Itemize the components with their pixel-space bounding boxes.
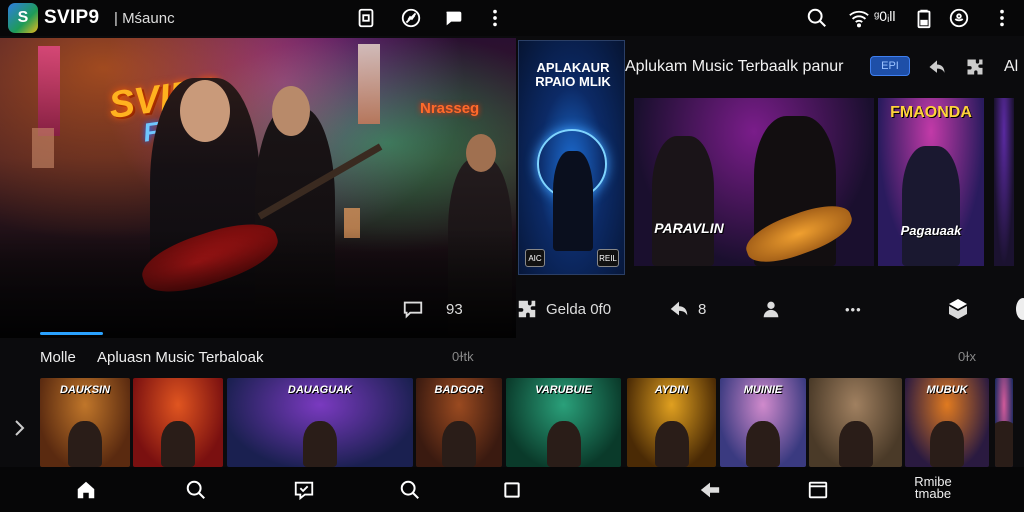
poster-badge-left: AIC [525, 249, 545, 267]
hero-neon-sign: Nrasseg [420, 100, 480, 117]
share-count: 8 [698, 300, 707, 318]
card-caption: PARAVLIN [654, 220, 724, 236]
section-title: Aplukam Music Terbaalk panur [625, 58, 844, 75]
chat-bubble-icon[interactable] [442, 6, 466, 30]
thumbnail-performer [546, 421, 581, 467]
stage-screen [358, 44, 380, 124]
thumbnail-title: MUBUK [926, 384, 968, 396]
card-caption: FMAONDA [890, 104, 972, 121]
thumbnail-card[interactable]: BADGOR [416, 378, 502, 467]
large-card[interactable]: FMAONDA Pagauaak [878, 98, 984, 266]
share-icon[interactable] [926, 56, 948, 78]
person-action[interactable] [760, 298, 782, 320]
card-subcaption: Pagauaak [900, 223, 962, 238]
performer-face [272, 86, 310, 136]
square-icon[interactable] [500, 478, 524, 502]
app-logo[interactable]: S [8, 3, 38, 33]
puzzle-action[interactable]: Gelda 0f0 [516, 298, 611, 320]
thumbnail-card[interactable]: VARUBUIE [506, 378, 621, 467]
top-bar: S SVIP9 | Mśaunc ᵍ0ᵢll [0, 0, 1024, 36]
more-horizontal-icon[interactable]: ••• [845, 298, 862, 320]
box-action[interactable] [946, 298, 970, 320]
chevron-left-icon[interactable] [10, 418, 28, 438]
sim-card-icon[interactable] [354, 6, 378, 30]
card-performer [902, 146, 960, 266]
thumbnail-title: AYDIN [654, 384, 689, 396]
poster-performer [553, 151, 593, 251]
featured-poster[interactable]: APLAKAUR RPAIO MLIK AIC REIL [518, 40, 625, 275]
thumbnail-performer [995, 421, 1013, 467]
search-icon[interactable] [805, 6, 829, 30]
comment-count: 93 [446, 300, 463, 318]
thumbnail-performer [654, 421, 689, 467]
puzzle-icon[interactable] [964, 56, 986, 78]
thumbnail-title: DAUAGUAK [287, 384, 353, 396]
section-badge[interactable]: EPI [870, 56, 910, 76]
thumbnail-title: DAUKSIN [59, 384, 111, 396]
tab-molle[interactable]: Molle [40, 349, 76, 366]
person-icon [760, 298, 782, 320]
app-logo-glyph: S [17, 9, 29, 26]
section2-count-right: 0ɫx [958, 349, 976, 364]
no-signal-icon[interactable] [399, 6, 423, 30]
thumbnail-card[interactable]: MUBUK [905, 378, 989, 467]
thumbnail-card[interactable] [133, 378, 223, 467]
tab-indicator [40, 332, 103, 335]
home-icon[interactable] [74, 478, 98, 502]
large-card[interactable]: PARAVLIN [634, 98, 874, 266]
poster-badge-right: REIL [597, 249, 619, 267]
back-icon[interactable] [698, 478, 722, 502]
section2-title: Apluasn Music Terbaloak [97, 349, 264, 366]
chat-icon[interactable] [292, 478, 316, 502]
thumbnail-performer [838, 421, 873, 467]
thumbnail-card[interactable]: DAUKSIN [40, 378, 130, 467]
hero-banner[interactable]: SVIPP FRAVI Nrasseg [0, 38, 516, 338]
tablet-icon[interactable] [806, 478, 830, 502]
stage-screen [32, 128, 54, 168]
thumbnail-performer [442, 421, 476, 467]
partial-button[interactable] [1016, 298, 1024, 320]
thumbnail-title: MUINIE [743, 384, 783, 396]
stage-screen [38, 46, 60, 136]
thumbnail-performer [746, 421, 780, 467]
performer-face [466, 134, 496, 172]
puzzle-label: Gelda 0f0 [546, 300, 612, 318]
thumbnail-card[interactable] [809, 378, 902, 467]
large-card[interactable] [994, 98, 1014, 266]
performer-face [180, 80, 230, 142]
share-action[interactable]: 8 [668, 298, 706, 320]
battery-icon [912, 6, 936, 30]
thumbnail-card[interactable] [995, 378, 1013, 467]
app-title: SVIP9 [44, 7, 100, 28]
box-icon [946, 297, 970, 321]
status-text: ᵍ0ᵢll [874, 8, 896, 24]
search-icon[interactable] [398, 478, 422, 502]
thumbnail-performer [930, 421, 964, 467]
search-icon[interactable] [184, 478, 208, 502]
poster-title: APLAKAUR RPAIO MLIK [535, 60, 611, 89]
puzzle-icon [516, 298, 538, 320]
wifi-icon [847, 6, 871, 30]
comment-icon [402, 298, 424, 320]
share-icon [668, 298, 690, 320]
at-sign-icon[interactable] [947, 6, 971, 30]
nav-label[interactable]: Rmibe tmabe [908, 475, 958, 500]
thumbnail-performer [303, 421, 337, 467]
thumbnail-card[interactable]: DAUAGUAK [227, 378, 413, 467]
thumbnail-card[interactable]: MUINIE [720, 378, 806, 467]
app-subtitle: | Mśaunc [114, 10, 175, 27]
crowd [0, 228, 516, 338]
thumbnail-title: VARUBUIE [535, 384, 592, 396]
thumbnail-title: BADGOR [434, 384, 484, 396]
section-more-link[interactable]: Al [1004, 58, 1018, 76]
comment-action[interactable]: 93 [402, 298, 463, 320]
more-vertical-icon[interactable] [990, 6, 1014, 30]
thumbnail-performer [68, 421, 102, 467]
more-vertical-icon[interactable] [483, 6, 507, 30]
thumbnail-card[interactable]: AYDIN [627, 378, 716, 467]
thumbnail-performer [161, 421, 195, 467]
card-performer [652, 136, 714, 266]
more-dots: ••• [845, 301, 862, 317]
section2-count-left: 0ɫtk [452, 349, 474, 364]
